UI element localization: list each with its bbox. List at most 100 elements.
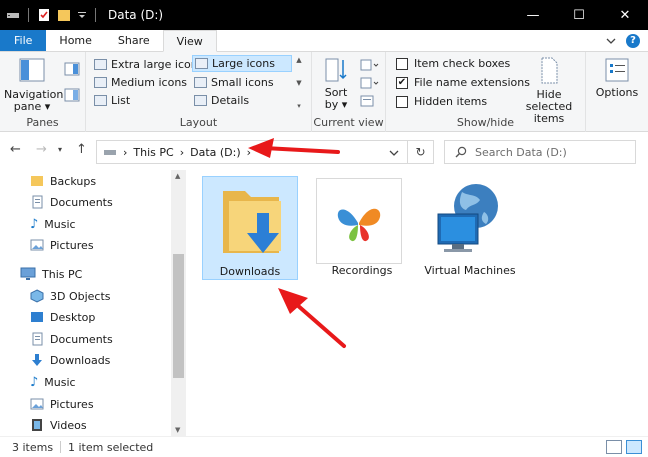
butterfly-icon xyxy=(337,208,381,242)
nav-item-desktop[interactable]: Desktop xyxy=(30,307,95,327)
drive-icon xyxy=(104,150,116,155)
layout-medium-icons[interactable]: Medium icons xyxy=(92,74,189,91)
refresh-button[interactable]: ↻ xyxy=(408,140,434,164)
file-name-extensions-option[interactable]: ✔ File name extensions xyxy=(396,76,530,89)
layout-details[interactable]: Details xyxy=(192,92,251,109)
downloads-icon xyxy=(32,354,42,366)
nav-item-backups[interactable]: Backups xyxy=(30,171,96,191)
group-by-icon[interactable] xyxy=(360,58,380,72)
add-columns-icon[interactable] xyxy=(360,76,380,90)
tab-share[interactable]: Share xyxy=(105,30,163,51)
file-item-downloads[interactable]: Downloads xyxy=(202,176,298,280)
new-folder-icon[interactable] xyxy=(57,8,71,22)
file-item-recordings[interactable]: Recordings xyxy=(314,176,410,280)
small-icons-icon xyxy=(194,77,207,88)
breadcrumb-this-pc[interactable]: This PC xyxy=(133,146,173,159)
computer-icon xyxy=(20,267,36,280)
help-icon[interactable]: ? xyxy=(626,33,640,48)
preview-pane-icon[interactable] xyxy=(64,62,80,76)
item-check-boxes-option[interactable]: Item check boxes xyxy=(396,57,510,70)
back-arrow-icon[interactable]: ← xyxy=(10,142,21,157)
nav-item-pc-music[interactable]: ♪ Music xyxy=(30,372,76,392)
qat-divider xyxy=(95,8,96,22)
layout-gallery-scroll[interactable]: ▲ ▼ ▾ xyxy=(294,56,304,110)
nav-item-downloads[interactable]: Downloads xyxy=(30,350,110,370)
address-row: ← → ▾ ↑ › This PC › Data (D:) › ↻ Search… xyxy=(0,132,648,170)
file-name-extensions-checkbox[interactable]: ✔ xyxy=(396,76,408,89)
chevron-down-icon[interactable]: ▼ xyxy=(296,79,301,87)
status-divider xyxy=(60,441,61,453)
chevron-down-icon[interactable] xyxy=(606,36,616,46)
chevron-down-icon[interactable] xyxy=(389,149,399,157)
tab-file[interactable]: File xyxy=(0,30,47,51)
nav-item-pc-documents[interactable]: Documents xyxy=(30,329,113,349)
up-arrow-icon[interactable]: ↑ xyxy=(76,142,87,157)
documents-icon xyxy=(32,195,43,209)
virtual-machines-icon xyxy=(437,184,498,252)
hidden-items-checkbox[interactable] xyxy=(396,95,408,108)
breadcrumb-data-d[interactable]: Data (D:) xyxy=(190,146,241,159)
file-item-virtual-machines[interactable]: Virtual Machines xyxy=(422,176,518,280)
nav-item-label: Music xyxy=(44,375,76,389)
layout-item-label: Details xyxy=(211,94,250,107)
recent-locations-chevron-icon[interactable]: ▾ xyxy=(58,145,62,154)
sort-by-button[interactable]: Sort by ▾ xyxy=(318,56,354,111)
extra-large-icons-icon xyxy=(94,59,107,70)
nav-item-this-pc[interactable]: This PC xyxy=(20,264,82,284)
layout-small-icons[interactable]: Small icons xyxy=(192,74,276,91)
navigation-pane-icon xyxy=(19,58,45,82)
chevron-up-icon[interactable]: ▲ xyxy=(296,56,301,64)
size-columns-icon[interactable] xyxy=(360,94,374,108)
ribbon-view: Navigation pane ▾ Panes Extra large icon… xyxy=(0,52,648,132)
group-current-view: Sort by ▾ Current view xyxy=(312,52,386,132)
layout-extra-large-icons[interactable]: Extra large icons xyxy=(92,56,205,73)
details-pane-icon[interactable] xyxy=(64,88,80,102)
navigation-pane-label: Navigation pane ▾ xyxy=(4,88,64,113)
nav-item-pc-pictures[interactable]: Pictures xyxy=(30,394,94,414)
large-icons-view-toggle-icon[interactable] xyxy=(626,440,642,454)
nav-scroll-thumb[interactable] xyxy=(173,254,184,378)
status-item-count: 3 items xyxy=(12,440,54,454)
nav-item-label: Pictures xyxy=(50,397,94,411)
layout-large-icons[interactable]: Large icons xyxy=(192,55,292,72)
options-icon xyxy=(605,58,629,82)
customize-qat-icon[interactable] xyxy=(77,8,87,22)
tab-home[interactable]: Home xyxy=(46,30,104,51)
properties-icon[interactable] xyxy=(37,8,51,22)
address-bar[interactable]: › This PC › Data (D:) › xyxy=(96,140,408,164)
nav-item-3d-objects[interactable]: 3D Objects xyxy=(30,286,111,306)
music-icon: ♪ xyxy=(30,216,39,232)
recordings-thumbnail xyxy=(316,178,402,264)
item-check-boxes-checkbox[interactable] xyxy=(396,57,408,70)
hide-selected-items-button[interactable]: Hide selected items xyxy=(514,56,584,125)
nav-scrollbar[interactable]: ▲ ▼ xyxy=(171,170,186,436)
nav-item-label: Music xyxy=(44,217,76,231)
search-box[interactable]: Search Data (D:) xyxy=(444,140,636,164)
title-bar: Data (D:) — ☐ ✕ xyxy=(0,0,648,30)
scroll-up-icon[interactable]: ▲ xyxy=(175,172,180,180)
hidden-items-label: Hidden items xyxy=(414,95,488,108)
layout-list[interactable]: List xyxy=(92,92,132,109)
nav-item-music[interactable]: ♪ Music xyxy=(30,214,76,234)
gallery-more-icon[interactable]: ▾ xyxy=(297,102,301,110)
refresh-icon: ↻ xyxy=(415,145,426,159)
close-button[interactable]: ✕ xyxy=(602,0,648,30)
hidden-items-option[interactable]: Hidden items xyxy=(396,95,487,108)
minimize-button[interactable]: — xyxy=(510,0,556,30)
navigation-pane-button[interactable]: Navigation pane ▾ xyxy=(4,56,64,113)
tab-view[interactable]: View xyxy=(162,30,217,52)
nav-item-label: Documents xyxy=(50,332,113,346)
nav-item-videos[interactable]: Videos xyxy=(30,415,87,435)
nav-item-pictures[interactable]: Pictures xyxy=(30,235,94,255)
nav-item-documents[interactable]: Documents xyxy=(30,192,113,212)
sort-by-label: Sort by ▾ xyxy=(324,86,348,111)
maximize-button[interactable]: ☐ xyxy=(556,0,602,30)
details-view-toggle-icon[interactable] xyxy=(606,440,622,454)
nav-item-label: Downloads xyxy=(50,353,111,367)
ribbon-right-controls: ? xyxy=(606,30,648,51)
documents-icon xyxy=(32,332,43,346)
file-list: Downloads Recordings Virtual Machines xyxy=(186,170,648,436)
forward-arrow-icon[interactable]: → xyxy=(36,142,47,157)
options-button[interactable]: Options xyxy=(594,56,640,99)
scroll-down-icon[interactable]: ▼ xyxy=(175,426,180,434)
